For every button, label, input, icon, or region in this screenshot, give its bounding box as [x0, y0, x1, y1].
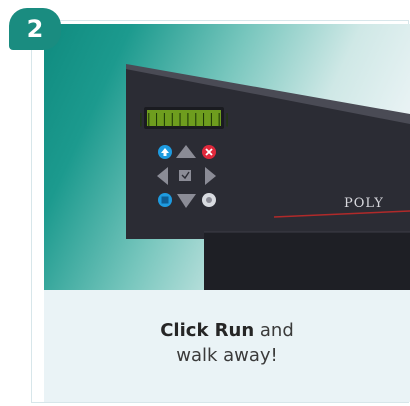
step-number: 2 — [26, 15, 44, 43]
device-door — [204, 232, 410, 290]
lcd-text: |||||||||||| — [137, 112, 231, 127]
instrument-illustration: |||||||||||| POLY — [126, 64, 410, 290]
brand-label: POLY — [344, 196, 384, 211]
instrument-photo: |||||||||||| POLY — [44, 24, 410, 290]
step-caption: Click Run and walk away! — [44, 290, 410, 402]
caption-line-1: Click Run and — [44, 318, 410, 343]
caption-rest: and — [254, 320, 294, 341]
enter-icon[interactable] — [179, 170, 191, 181]
caption-line-2: walk away! — [176, 345, 278, 366]
step-number-badge: 2 — [9, 8, 61, 50]
caption-bold: Click Run — [160, 320, 255, 341]
